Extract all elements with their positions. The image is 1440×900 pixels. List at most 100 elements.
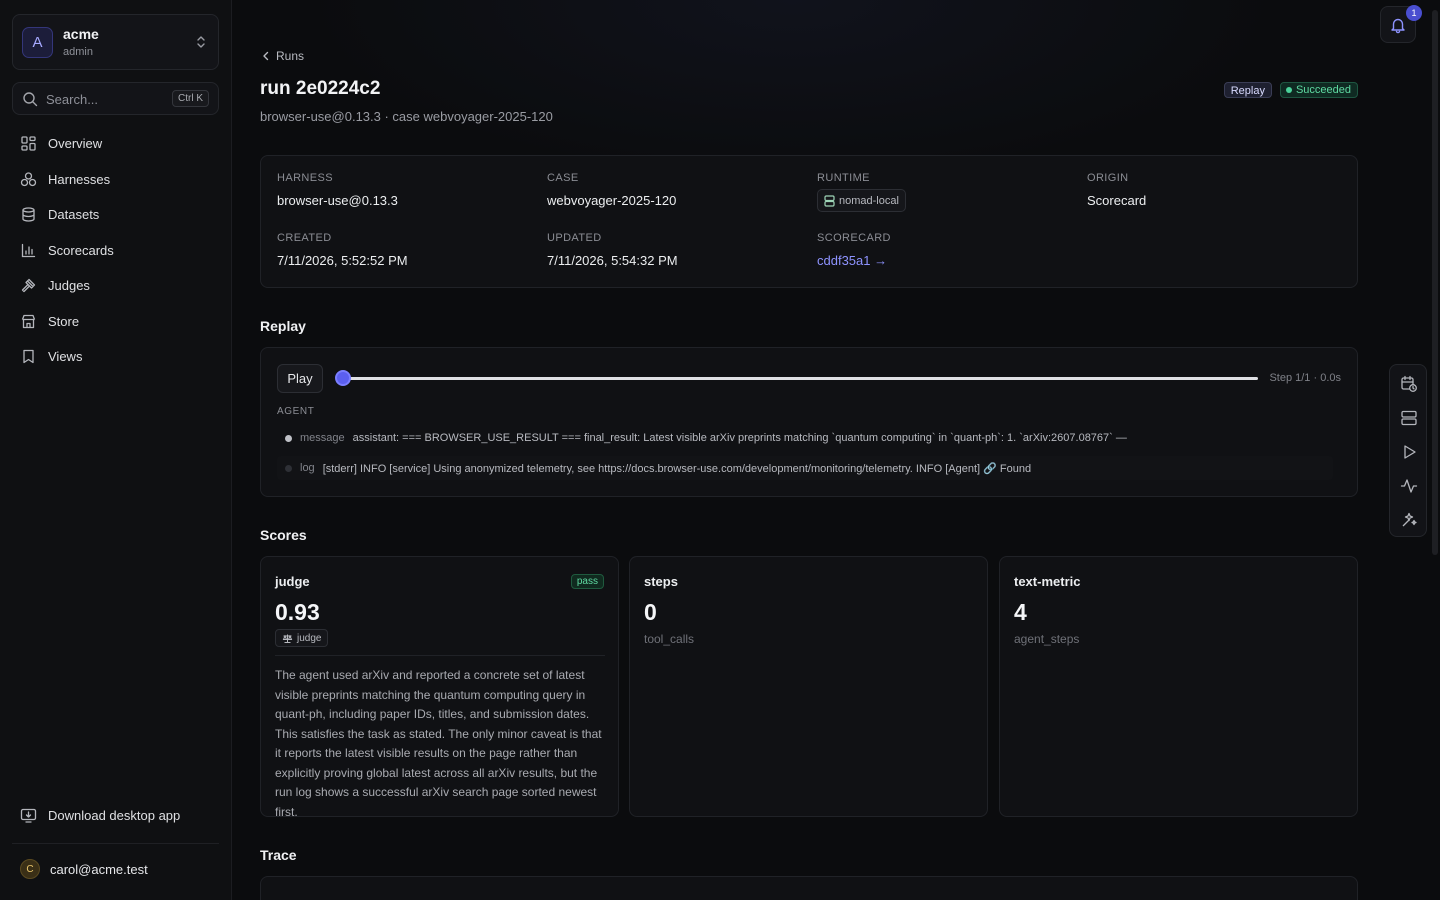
meta-value: 7/11/2026, 5:54:32 PM [547, 253, 678, 268]
score-card-steps: steps 0 tool_calls [629, 556, 988, 817]
divider [12, 843, 219, 844]
org-switcher[interactable]: A acme admin [12, 14, 219, 70]
meta-label: ORIGIN [1087, 172, 1129, 184]
agent-label: AGENT [277, 406, 315, 417]
meta-label: RUNTIME [817, 172, 870, 184]
sidebar-item-label: Store [48, 313, 80, 329]
play-button[interactable]: Play [277, 364, 323, 393]
judge-chip[interactable]: judge [275, 629, 329, 647]
pass-badge: pass [570, 574, 604, 589]
score-name: text-metric [1014, 574, 1081, 589]
status-dot-icon [1285, 87, 1292, 93]
sparkles-icon[interactable] [1400, 511, 1418, 529]
play-icon[interactable] [1400, 443, 1418, 461]
search-placeholder: Search... [46, 92, 99, 107]
bell-icon [1391, 18, 1405, 33]
page-subtitle: browser-use@0.13.3 · case webvoyager-202… [260, 109, 553, 124]
sidebar-item-label: Scorecards [48, 242, 114, 258]
judge-reasoning: The agent used arXiv and reported a conc… [275, 668, 602, 819]
meta-value: webvoyager-2025-120 [547, 193, 677, 208]
sidebar-item-label: Datasets [48, 207, 100, 223]
sidebar-item-scorecards[interactable]: Scorecards [12, 233, 219, 269]
sidebar: A acme admin Search... Ctrl K Overview H… [0, 0, 232, 900]
chevron-left-icon [263, 51, 269, 61]
score-metric: agent_steps [1014, 632, 1080, 646]
divider [275, 655, 605, 656]
meta-value: Scorecard [1087, 193, 1147, 208]
meta-label: UPDATED [547, 232, 602, 244]
score-value: 4 [1014, 599, 1027, 625]
sidebar-item-overview[interactable]: Overview [12, 126, 219, 162]
activity-icon[interactable] [1400, 477, 1418, 495]
meta-origin: ORIGIN Scorecard [1087, 172, 1146, 208]
sidebar-item-datasets[interactable]: Datasets [12, 197, 219, 233]
trace-section-title: Trace [260, 847, 297, 863]
sidebar-item-views[interactable]: Views [12, 339, 219, 375]
status-badge: Succeeded [1279, 82, 1358, 98]
event-dot-icon [285, 464, 292, 472]
page-title: run 2e0224c2 [260, 78, 381, 99]
search-shortcut: Ctrl K [172, 90, 209, 107]
sidebar-nav: Overview Harnesses Datasets Scorecards J… [12, 126, 219, 375]
judge-chip-label: judge [297, 632, 322, 644]
server-icon[interactable] [1400, 409, 1418, 427]
event-dot-icon [285, 434, 292, 442]
gavel-icon [21, 279, 36, 293]
search-icon [23, 92, 38, 107]
breadcrumb-runs: Runs [276, 49, 305, 63]
calendar-clock-icon[interactable] [1400, 375, 1418, 393]
status-badges: Replay Succeeded [1223, 82, 1358, 98]
meta-case: CASE webvoyager-2025-120 [547, 172, 676, 208]
avatar: C [20, 859, 40, 879]
download-label: Download desktop app [48, 807, 181, 823]
score-value: 0 [644, 599, 657, 625]
meta-scorecard: SCORECARD cddf35a1 → [817, 232, 891, 268]
replay-badge: Replay [1223, 82, 1272, 98]
meta-created: CREATED 7/11/2026, 5:52:52 PM [277, 232, 408, 268]
sidebar-item-judges[interactable]: Judges [12, 268, 219, 304]
sidebar-item-store[interactable]: Store [12, 304, 219, 340]
breadcrumb[interactable]: Runs [262, 49, 304, 63]
score-name: judge [275, 574, 310, 589]
scrollbar[interactable] [1432, 10, 1438, 555]
scale-icon [282, 634, 293, 643]
notification-count-badge: 1 [1406, 5, 1422, 21]
replay-slider-track[interactable] [343, 377, 1258, 380]
database-icon [22, 207, 35, 222]
scorecard-link[interactable]: cddf35a1 → [817, 253, 891, 268]
meta-value: 7/11/2026, 5:52:52 PM [277, 253, 408, 268]
org-name: acme [63, 26, 99, 42]
score-metric: tool_calls [644, 632, 695, 646]
event-log[interactable]: log [stderr] INFO [service] Using anonym… [277, 456, 1333, 480]
meta-value: browser-use@0.13.3 [277, 193, 398, 208]
server-icon [824, 194, 835, 207]
user-menu[interactable]: C carol@acme.test [20, 859, 148, 879]
status-text: Succeeded [1295, 84, 1351, 96]
download-desktop-app-link[interactable]: Download desktop app [12, 798, 219, 832]
sidebar-item-label: Overview [48, 136, 103, 152]
search-input[interactable]: Search... Ctrl K [12, 82, 219, 115]
main-content: Runs run 2e0224c2 browser-use@0.13.3 · c… [232, 0, 1430, 900]
replay-panel: Play Step 1/1 · 0.0s AGENT message assis… [260, 347, 1358, 497]
notifications-button[interactable]: 1 [1380, 5, 1422, 43]
event-kind: log [300, 462, 315, 474]
replay-slider-handle[interactable] [335, 370, 351, 386]
scores-section-title: Scores [260, 527, 307, 543]
meta-label: SCORECARD [817, 232, 891, 244]
runtime-value: nomad-local [839, 194, 899, 207]
sidebar-item-harnesses[interactable]: Harnesses [12, 162, 219, 198]
score-card-judge: judge pass 0.93 judge The agent used arX… [260, 556, 619, 819]
bookmark-icon [23, 350, 34, 364]
step-indicator: Step 1/1 · 0.0s [1269, 372, 1341, 384]
event-message[interactable]: message assistant: === BROWSER_USE_RESUL… [285, 432, 1127, 444]
runtime-chip: nomad-local [817, 189, 906, 212]
cubes-icon [20, 172, 37, 186]
grid-icon [21, 136, 36, 151]
meta-runtime: RUNTIME nomad-local [817, 172, 906, 212]
trace-panel [260, 876, 1358, 900]
bar-chart-icon [21, 243, 36, 257]
meta-label: CREATED [277, 232, 332, 244]
event-text: assistant: === BROWSER_USE_RESULT === fi… [352, 432, 1127, 444]
store-icon [21, 314, 36, 328]
event-kind: message [300, 432, 345, 444]
